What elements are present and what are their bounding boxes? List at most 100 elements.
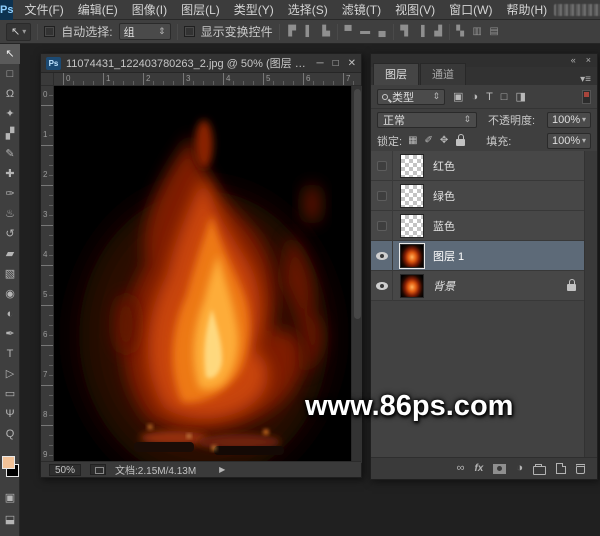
- menu-item-image[interactable]: 图像(I): [125, 0, 174, 20]
- layer-thumbnail-fire[interactable]: [399, 242, 425, 269]
- distribute-top-icon[interactable]: ▜: [398, 26, 411, 37]
- visibility-toggle[interactable]: [371, 240, 393, 271]
- ruler-origin-box[interactable]: [41, 73, 54, 86]
- delete-layer-icon[interactable]: [576, 463, 585, 474]
- align-left-icon[interactable]: ▀: [342, 26, 355, 37]
- layer-row-green[interactable]: 绿色: [371, 180, 584, 211]
- blend-mode-dropdown[interactable]: 正常 ⇕: [377, 111, 477, 128]
- filter-type-layers-icon[interactable]: T: [486, 91, 493, 103]
- layer-style-icon[interactable]: fx: [474, 463, 483, 474]
- tool-preset-picker[interactable]: ↖ ▾: [6, 22, 32, 41]
- add-layer-mask-icon[interactable]: [493, 463, 507, 474]
- layers-scrollbar-track[interactable]: [584, 151, 597, 457]
- tool-eraser[interactable]: ▰: [0, 244, 20, 264]
- filter-pixel-layers-icon[interactable]: ▣: [453, 90, 463, 103]
- layer-thumbnail-checker[interactable]: [400, 213, 424, 238]
- visibility-toggle[interactable]: [371, 150, 393, 181]
- align-bottom-icon[interactable]: ▙: [320, 26, 333, 37]
- distribute-hcenter-icon[interactable]: ▥: [471, 26, 484, 37]
- fill-field[interactable]: 100% ▾: [547, 132, 591, 149]
- new-layer-icon[interactable]: [556, 463, 566, 474]
- lock-pixels-icon[interactable]: ✐: [425, 135, 433, 146]
- tool-path-selection[interactable]: ▷: [0, 364, 20, 384]
- distribute-bottom-icon[interactable]: ▟: [432, 26, 445, 37]
- tool-rectangle[interactable]: ▭: [0, 384, 20, 404]
- menu-item-view[interactable]: 视图(V): [388, 0, 442, 20]
- tool-rectangular-marquee[interactable]: □: [0, 64, 20, 84]
- tool-blur[interactable]: ◉: [0, 284, 20, 304]
- tool-brush[interactable]: ✑: [0, 184, 20, 204]
- vertical-ruler[interactable]: 0 1 2 3 4 5 6 7 8 9: [41, 86, 54, 463]
- tool-move[interactable]: ↖: [0, 44, 20, 64]
- lock-all-icon[interactable]: [456, 134, 466, 146]
- opacity-field[interactable]: 100% ▾: [547, 111, 591, 128]
- maximize-icon[interactable]: □: [333, 58, 339, 69]
- align-top-icon[interactable]: ▛: [286, 26, 299, 37]
- tool-lasso[interactable]: Ω: [0, 84, 20, 104]
- minimize-icon[interactable]: ─: [316, 58, 323, 69]
- filter-shape-layers-icon[interactable]: □: [501, 91, 508, 103]
- tool-type[interactable]: T: [0, 344, 20, 364]
- collapse-panels-icon[interactable]: «: [571, 54, 576, 67]
- menu-item-help[interactable]: 帮助(H): [499, 0, 554, 20]
- lock-transparency-icon[interactable]: ▦: [408, 135, 417, 146]
- layer-row-layer1[interactable]: 图层 1: [371, 240, 584, 271]
- tool-quick-selection[interactable]: ✦: [0, 104, 20, 124]
- menu-item-file[interactable]: 文件(F): [17, 0, 70, 20]
- screen-mode-icon[interactable]: ⬓: [0, 510, 20, 530]
- panel-menu-icon[interactable]: ▾≡: [574, 74, 597, 85]
- tool-zoom[interactable]: Q: [0, 424, 20, 444]
- zoom-level-field[interactable]: 50%: [49, 463, 82, 476]
- visibility-toggle[interactable]: [371, 210, 393, 241]
- lock-position-icon[interactable]: ✥: [440, 135, 448, 146]
- filter-type-dropdown[interactable]: 类型 ⇕: [377, 88, 445, 105]
- layer-row-background[interactable]: 背景: [371, 270, 584, 301]
- align-hcenter-icon[interactable]: ▬: [359, 26, 372, 37]
- quick-mask-icon[interactable]: ▣: [0, 488, 20, 508]
- tool-dodge[interactable]: ◐: [0, 304, 20, 324]
- layer-row-blue[interactable]: 蓝色: [371, 210, 584, 241]
- tool-hand[interactable]: Ψ: [0, 404, 20, 424]
- filter-smart-objects-icon[interactable]: ◨: [515, 90, 525, 103]
- menu-item-filter[interactable]: 滤镜(T): [335, 0, 388, 20]
- menu-item-type[interactable]: 类型(Y): [227, 0, 281, 20]
- foreground-color-swatch[interactable]: [2, 456, 15, 469]
- tool-gradient[interactable]: ▧: [0, 264, 20, 284]
- layer-row-red[interactable]: 红色: [371, 150, 584, 181]
- layer-thumbnail-fire[interactable]: [400, 273, 424, 298]
- tab-layers[interactable]: 图层: [373, 63, 419, 85]
- new-adjustment-layer-icon[interactable]: ◑: [516, 463, 523, 474]
- distribute-right-icon[interactable]: ▤: [488, 26, 501, 37]
- distribute-vcenter-icon[interactable]: ▐: [415, 26, 428, 37]
- tool-crop[interactable]: ▞: [0, 124, 20, 144]
- close-icon[interactable]: ✕: [348, 58, 356, 69]
- menu-item-window[interactable]: 窗口(W): [442, 0, 499, 20]
- visibility-toggle[interactable]: [371, 270, 393, 301]
- visibility-toggle[interactable]: [371, 180, 393, 211]
- menu-item-edit[interactable]: 编辑(E): [71, 0, 125, 20]
- panel-close-icon[interactable]: ×: [586, 54, 591, 67]
- align-right-icon[interactable]: ▄: [376, 26, 389, 37]
- layer-filtering-toggle[interactable]: [582, 89, 591, 104]
- document-title-bar[interactable]: Ps 11074431_122403780263_2.jpg @ 50% (图层…: [41, 54, 361, 73]
- tool-history-brush[interactable]: ↺: [0, 224, 20, 244]
- new-group-icon[interactable]: [533, 463, 546, 475]
- horizontal-ruler[interactable]: 0 1 2 3 4 5 6 7: [54, 73, 361, 86]
- tool-spot-healing-brush[interactable]: ✚: [0, 164, 20, 184]
- filter-adjustment-layers-icon[interactable]: ◑: [471, 91, 478, 103]
- layer-thumbnail-checker[interactable]: [400, 153, 424, 178]
- scrollbar-thumb[interactable]: [354, 89, 361, 319]
- align-vcenter-icon[interactable]: ▌: [303, 26, 316, 37]
- distribute-left-icon[interactable]: ▚: [454, 26, 467, 37]
- tab-channels[interactable]: 通道: [420, 63, 466, 85]
- tool-pen[interactable]: ✒: [0, 324, 20, 344]
- layer-thumbnail-checker[interactable]: [400, 183, 424, 208]
- auto-select-dropdown[interactable]: 组 ⇕: [118, 23, 171, 40]
- tool-clone-stamp[interactable]: ♨: [0, 204, 20, 224]
- show-transform-checkbox[interactable]: [183, 26, 195, 37]
- tool-eyedropper[interactable]: ✎: [0, 144, 20, 164]
- status-menu-arrow-icon[interactable]: ▶: [219, 465, 225, 474]
- menu-item-layer[interactable]: 图层(L): [174, 0, 227, 20]
- auto-select-checkbox[interactable]: [44, 26, 56, 37]
- menu-item-select[interactable]: 选择(S): [281, 0, 335, 20]
